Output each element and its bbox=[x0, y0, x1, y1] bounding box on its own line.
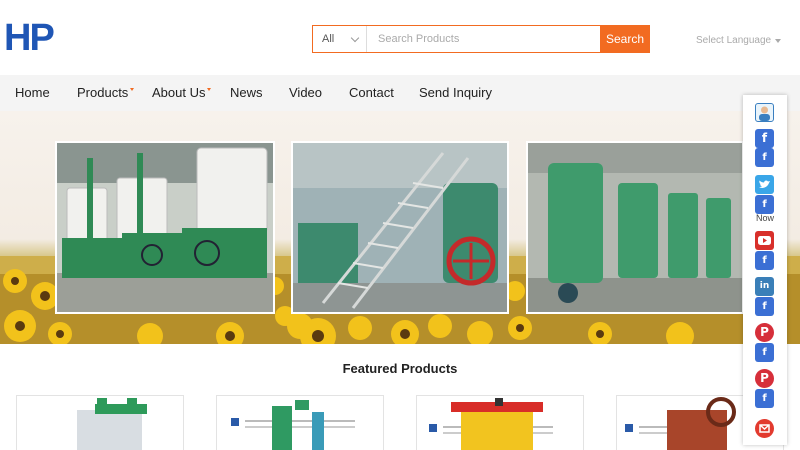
email-icon[interactable] bbox=[755, 419, 774, 438]
nav-item-send-inquiry[interactable]: Send Inquiry bbox=[419, 75, 492, 111]
language-label: Select Language bbox=[696, 35, 772, 46]
caret-down-icon bbox=[775, 38, 782, 43]
twitter-icon[interactable] bbox=[755, 175, 774, 194]
site-logo[interactable]: HP bbox=[4, 19, 55, 57]
product-image bbox=[231, 400, 355, 450]
facebook-icon[interactable]: f bbox=[755, 129, 774, 148]
product-card[interactable] bbox=[16, 395, 184, 450]
nav-label: Send Inquiry bbox=[419, 85, 492, 100]
oil-press-machine-image bbox=[57, 143, 273, 312]
nav-item-about-us[interactable]: About Us bbox=[152, 75, 212, 111]
nav-item-video[interactable]: Video bbox=[289, 75, 322, 111]
caret-down-icon bbox=[207, 88, 212, 91]
banner-photo-oil-mill-stairs[interactable] bbox=[291, 141, 509, 314]
banner-photo-screw-presses[interactable] bbox=[526, 141, 744, 314]
search-button[interactable]: Search bbox=[600, 25, 650, 53]
featured-products-title: Featured Products bbox=[342, 361, 458, 376]
nav-label: News bbox=[230, 85, 263, 100]
chevron-down-icon bbox=[350, 33, 360, 42]
product-card[interactable] bbox=[216, 395, 384, 450]
nav-label: Contact bbox=[349, 85, 394, 100]
nav-label: Products bbox=[77, 85, 129, 100]
youtube-icon[interactable] bbox=[755, 231, 774, 250]
search-category-value: All bbox=[322, 33, 335, 45]
site-header: HP All Search Select Language bbox=[0, 0, 800, 75]
nav-label: Video bbox=[289, 85, 323, 100]
caret-down-icon bbox=[130, 88, 135, 91]
now-label: Now bbox=[755, 213, 774, 223]
avatar-icon[interactable] bbox=[755, 103, 774, 122]
nav-item-products[interactable]: Products bbox=[77, 75, 135, 111]
nav-item-news[interactable]: News bbox=[230, 75, 263, 111]
product-image bbox=[429, 398, 553, 450]
banner-photo-oil-press-tanks[interactable] bbox=[55, 141, 275, 314]
facebook-share-icon[interactable]: f bbox=[755, 251, 774, 270]
oil-mill-workshop-image bbox=[293, 143, 507, 312]
pinterest-icon[interactable]: P bbox=[755, 323, 774, 342]
main-nav: Home Products About Us News Video Contac… bbox=[0, 75, 800, 111]
product-image bbox=[77, 398, 147, 450]
hero-banner[interactable] bbox=[0, 111, 800, 344]
facebook-share-icon[interactable]: f bbox=[755, 297, 774, 316]
linkedin-icon[interactable]: in bbox=[755, 277, 774, 296]
nav-label: About Us bbox=[152, 85, 206, 100]
product-card[interactable] bbox=[416, 395, 584, 450]
search-bar: All Search bbox=[312, 25, 650, 53]
social-share-sidebar: f f f Now f in f P f P f bbox=[743, 95, 787, 445]
language-selector[interactable]: Select Language bbox=[696, 35, 782, 46]
facebook-share-icon[interactable]: f bbox=[755, 195, 774, 214]
facebook-share-icon[interactable]: f bbox=[755, 389, 774, 408]
nav-label: Home bbox=[15, 85, 50, 100]
nav-item-home[interactable]: Home bbox=[15, 75, 50, 111]
search-input[interactable] bbox=[367, 26, 600, 52]
screw-press-line-image bbox=[528, 143, 742, 312]
nav-item-contact[interactable]: Contact bbox=[349, 75, 394, 111]
search-category-select[interactable]: All bbox=[313, 26, 367, 52]
facebook-share-icon[interactable]: f bbox=[755, 148, 774, 167]
facebook-share-icon[interactable]: f bbox=[755, 343, 774, 362]
pinterest-icon[interactable]: P bbox=[755, 369, 774, 388]
